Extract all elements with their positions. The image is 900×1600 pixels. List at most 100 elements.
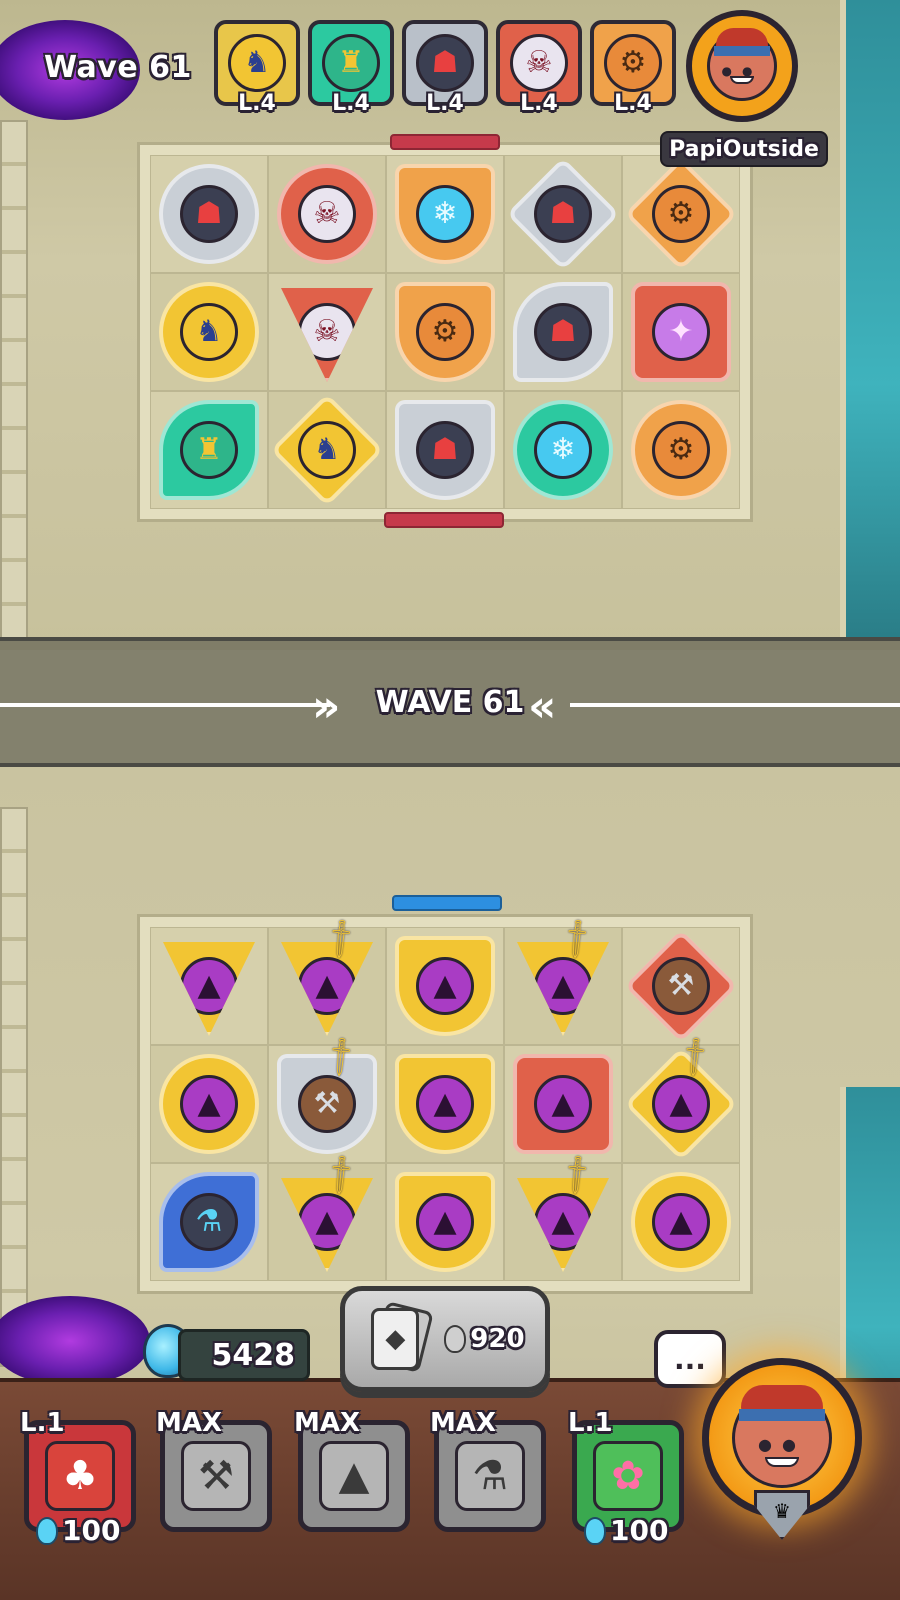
opponent-board-unit-frame: ♜	[159, 400, 259, 500]
golden-knight-icon: ♞	[180, 303, 238, 361]
opponent-deck-level: L.4	[238, 91, 276, 116]
opponent-board-cell[interactable]: ⚙	[622, 391, 740, 509]
player-board-cell[interactable]: ▲	[150, 1045, 268, 1163]
player-board-unit-frame: ▲	[631, 1172, 731, 1272]
opponent-board-cell[interactable]: ☠	[268, 273, 386, 391]
opponent-board-cell[interactable]: ☠	[268, 155, 386, 273]
player-board-unit-frame: ▲	[517, 1178, 609, 1272]
jester-icon: ♣	[45, 1441, 115, 1511]
opponent-board-unit-frame: ☗	[395, 400, 495, 500]
opponent-board-cell[interactable]: ❄	[386, 155, 504, 273]
opponent-board-cell[interactable]: ♜	[150, 391, 268, 509]
opponent-deck-slot: ⚙ L.4	[590, 20, 676, 116]
opponent-board-unit-frame: ❄	[395, 164, 495, 264]
player-board-cell[interactable]: ▲	[504, 1045, 622, 1163]
opponent-deck-slot: ☠ L.4	[496, 20, 582, 116]
player-board-unit-frame: ▲	[159, 1054, 259, 1154]
opponent-portrait-icon: ●●	[707, 28, 777, 101]
opponent-board: ☗ ☠ ❄ ☗ ⚙ ♞ ☠ ⚙ ☗ ✦ ♜ ♞ ☗ ❄ ⚙	[140, 145, 750, 519]
player-board-unit-frame: ⚒	[624, 929, 738, 1043]
opponent-avatar[interactable]: ●●	[686, 10, 798, 122]
opponent-board-bottom-banner	[384, 512, 504, 528]
opponent-board-cell[interactable]: ♞	[268, 391, 386, 509]
player-board-cell[interactable]: ▲	[150, 927, 268, 1045]
player-board-unit-frame: ▲	[281, 942, 373, 1036]
opponent-board-unit-frame: ⚙	[395, 282, 495, 382]
opponent-deck-slot: ♞ L.4	[214, 20, 300, 116]
player-board-cell[interactable]: ⚒	[622, 927, 740, 1045]
purple-wizard-icon: ▲	[298, 957, 356, 1015]
player-board-cell[interactable]: ▲	[386, 1163, 504, 1281]
player-board-cell[interactable]: ▲ 🗡	[622, 1032, 740, 1163]
emote-button[interactable]: ...	[654, 1330, 726, 1388]
opponent-board-unit-frame: ✦	[631, 282, 731, 382]
golden-knight-icon: ♞	[298, 421, 356, 479]
opponent-board-cell[interactable]: ✦	[622, 273, 740, 391]
hand-card-level: MAX	[156, 1408, 223, 1438]
opponent-board-cell[interactable]: ⚙	[622, 155, 740, 273]
opponent-board-unit-frame: ⚙	[624, 157, 738, 271]
goggled-engineer-icon: ⚙	[416, 303, 474, 361]
player-board-cell[interactable]: ▲	[386, 1045, 504, 1163]
player-board-cell[interactable]: ▲	[622, 1163, 740, 1281]
player-board-unit-frame: ▲	[163, 942, 255, 1036]
purple-wizard-icon: ▲	[180, 1075, 238, 1133]
opponent-board-unit-frame: ☠	[277, 164, 377, 264]
player-board-unit-frame: ▲	[513, 1054, 613, 1154]
opponent-board-cell[interactable]: ☗	[504, 273, 622, 391]
summon-button[interactable]: ◆ 920	[340, 1286, 550, 1392]
purple-wizard-icon: ▲	[319, 1441, 389, 1511]
player-board-unit-frame: ▲	[395, 1172, 495, 1272]
green-paladin-icon: ♜	[322, 34, 380, 92]
opponent-board-unit-frame: ♞	[270, 393, 384, 507]
wave-divider: » WAVE 61 «	[0, 637, 900, 767]
vampire-icon: ☠	[298, 185, 356, 243]
ice-crystal-golem-icon: ❄	[416, 185, 474, 243]
opponent-board-unit-frame: ♞	[159, 282, 259, 382]
player-board-cell[interactable]: ▲ 🗡	[504, 1150, 622, 1281]
hand-card-cost: 100	[36, 1514, 120, 1547]
purple-wizard-icon: ▲	[298, 1193, 356, 1251]
player-board-cell[interactable]: ⚒ 🗡	[268, 1032, 386, 1163]
opponent-board-cell[interactable]: ♞	[150, 273, 268, 391]
player-board-unit-frame: ⚒	[277, 1054, 377, 1154]
water-channel	[840, 0, 900, 640]
hooded-reaper-icon: ☗	[180, 185, 238, 243]
opponent-board-cell[interactable]: ⚙	[386, 273, 504, 391]
summon-mana-icon	[444, 1325, 467, 1353]
player-board-cell[interactable]: ▲	[386, 927, 504, 1045]
mana-flask-icon	[36, 1516, 58, 1545]
golden-knight-icon: ♞	[228, 34, 286, 92]
hand-card-level: L.1	[568, 1408, 613, 1438]
ice-crystal-golem-icon: ❄	[534, 421, 592, 479]
player-board-grid: ▲ ▲ 🗡 ▲ ▲ 🗡 ⚒ ▲ ⚒ 🗡 ▲ ▲ ▲ 🗡 ⚗ ▲ 🗡 ▲ ▲ 🗡 ▲	[150, 914, 740, 1281]
hand-card-cost: 100	[584, 1514, 668, 1547]
opponent-deck-level: L.4	[520, 91, 558, 116]
player-board-cell[interactable]: ▲ 🗡	[504, 914, 622, 1045]
opponent-board-unit-frame: ☗	[506, 157, 620, 271]
goggled-engineer-icon: ⚙	[652, 421, 710, 479]
armored-cannon-icon: ⚒	[298, 1075, 356, 1133]
armored-cannon-icon: ⚒	[181, 1441, 251, 1511]
hooded-reaper-icon: ☗	[416, 421, 474, 479]
player-board-unit-frame: ▲	[281, 1178, 373, 1272]
goggled-engineer-icon: ⚙	[652, 185, 710, 243]
opponent-board-unit-frame: ☗	[513, 282, 613, 382]
player-board-cell[interactable]: ▲ 🗡	[268, 914, 386, 1045]
opponent-board-cell[interactable]: ☗	[504, 155, 622, 273]
player-board-cell[interactable]: ▲ 🗡	[268, 1150, 386, 1281]
opponent-deck-slot: ☗ L.4	[402, 20, 488, 116]
opponent-board-unit-frame: ☗	[159, 164, 259, 264]
vampire-icon: ☠	[298, 303, 356, 361]
opponent-board-cell[interactable]: ☗	[386, 391, 504, 509]
purple-wizard-icon: ▲	[180, 957, 238, 1015]
opponent-board-cell[interactable]: ☗	[150, 155, 268, 273]
hand-card-level: MAX	[294, 1408, 361, 1438]
left-wall-lower	[0, 807, 28, 1367]
opponent-deck: ♞ L.4 ♜ L.4 ☗ L.4 ☠ L.4 ⚙ L.4	[214, 20, 676, 116]
summon-cost: 920	[470, 1324, 525, 1354]
player-board-top-banner	[392, 895, 502, 911]
player-board-cell[interactable]: ⚗	[150, 1163, 268, 1281]
green-paladin-icon: ♜	[180, 421, 238, 479]
opponent-board-cell[interactable]: ❄	[504, 391, 622, 509]
